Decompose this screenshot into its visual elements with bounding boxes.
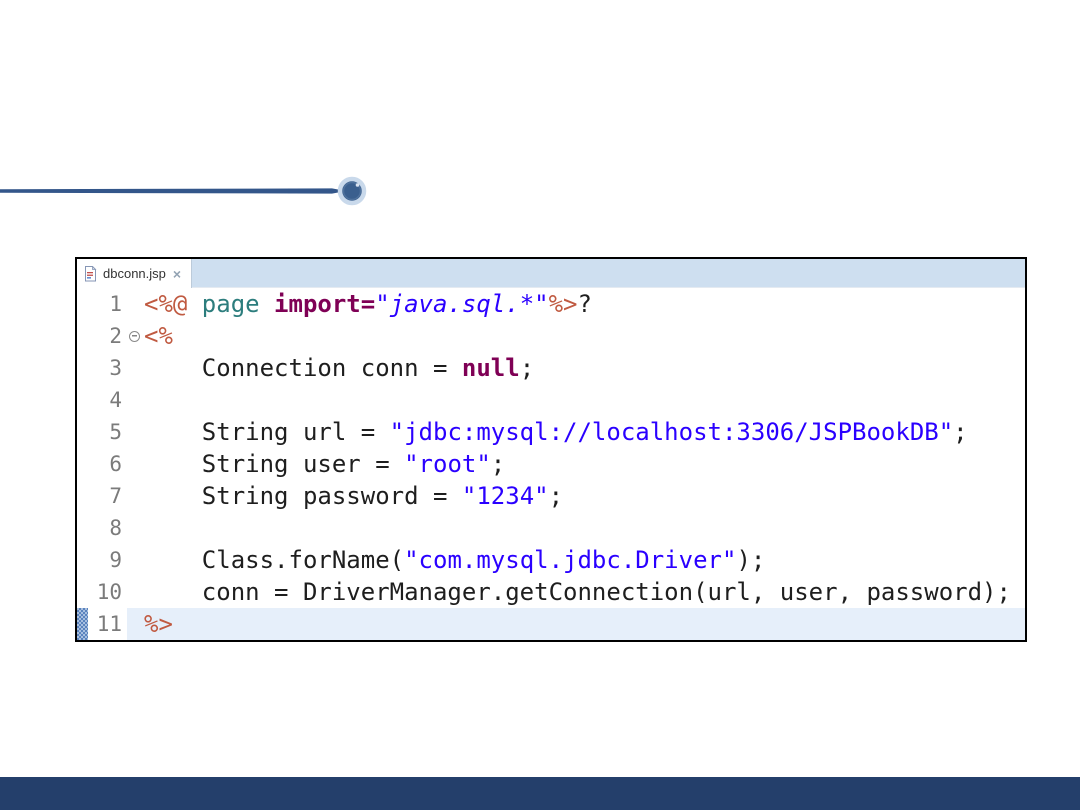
- annotation-ruler: [77, 384, 88, 416]
- code-line-text[interactable]: String user = "root";: [142, 448, 1025, 480]
- code-token: conn = DriverManager.getConnection(url, …: [144, 578, 1011, 606]
- code-line-text[interactable]: String url = "jdbc:mysql://localhost:330…: [142, 416, 1025, 448]
- code-token: "java.sql.*": [375, 290, 548, 318]
- code-token: ;: [491, 450, 505, 478]
- code-token: %>: [549, 290, 578, 318]
- slide-canvas: dbconn.jsp × 1 <%@ page import="java.sql.…: [0, 0, 1080, 810]
- line-number: 6: [88, 452, 127, 476]
- fold-column: [127, 448, 142, 480]
- line-number: 5: [88, 420, 127, 444]
- accent-line: [0, 188, 346, 193]
- code-token: "root": [404, 450, 491, 478]
- code-line-text[interactable]: <%: [142, 320, 1025, 352]
- tab-close-icon[interactable]: ×: [172, 267, 182, 281]
- fold-column: [127, 352, 142, 384]
- fold-column: [127, 480, 142, 512]
- code-line: 1 <%@ page import="java.sql.*"%>?: [77, 288, 1025, 320]
- code-token: );: [736, 546, 765, 574]
- code-token: "1234": [462, 482, 549, 510]
- line-number: 2: [88, 324, 127, 348]
- line-number: 3: [88, 356, 127, 380]
- code-token: "com.mysql.jdbc.Driver": [404, 546, 736, 574]
- annotation-ruler: [77, 544, 88, 576]
- code-line-text[interactable]: <%@ page import="java.sql.*"%>?: [142, 288, 1025, 320]
- annotation-ruler: [77, 448, 88, 480]
- current-line-marker: [77, 608, 88, 640]
- line-number: 7: [88, 484, 127, 508]
- code-line: 4: [77, 384, 1025, 416]
- code-line: 7 String password = "1234";: [77, 480, 1025, 512]
- code-token: ;: [520, 354, 534, 382]
- jsp-file-icon: [84, 266, 97, 282]
- tab-label: dbconn.jsp: [103, 266, 166, 281]
- code-line-text[interactable]: [142, 384, 1025, 416]
- code-line: 10 conn = DriverManager.getConnection(ur…: [77, 576, 1025, 608]
- line-number: 11: [88, 612, 127, 636]
- fold-column: [127, 608, 142, 640]
- code-line: 11 %>: [77, 608, 1025, 640]
- line-number: 1: [88, 292, 127, 316]
- code-token: Connection conn =: [144, 354, 462, 382]
- editor-tab-dbconn[interactable]: dbconn.jsp ×: [77, 259, 192, 288]
- fold-collapse-icon[interactable]: [129, 331, 140, 342]
- code-token: %>: [144, 610, 173, 638]
- fold-column: [127, 576, 142, 608]
- code-line: 2 <%: [77, 320, 1025, 352]
- code-line-text[interactable]: String password = "1234";: [142, 480, 1025, 512]
- code-token: String password =: [144, 482, 462, 510]
- code-token: String url =: [144, 418, 390, 446]
- footer-bar: [0, 777, 1080, 810]
- annotation-ruler: [77, 512, 88, 544]
- title-accent-rule: [0, 168, 390, 214]
- tab-strip-filler: [192, 259, 1025, 288]
- accent-bullet-highlight: [356, 183, 360, 187]
- code-token: <%: [144, 322, 173, 350]
- code-line-text[interactable]: %>: [142, 608, 1025, 640]
- code-line: 3 Connection conn = null;: [77, 352, 1025, 384]
- annotation-ruler: [77, 416, 88, 448]
- code-line: 9 Class.forName("com.mysql.jdbc.Driver")…: [77, 544, 1025, 576]
- annotation-ruler: [77, 288, 88, 320]
- code-token: =: [361, 290, 375, 318]
- code-editor-window: dbconn.jsp × 1 <%@ page import="java.sql.…: [75, 257, 1027, 642]
- annotation-ruler: [77, 576, 88, 608]
- code-token: <%@: [144, 290, 202, 318]
- annotation-ruler: [77, 352, 88, 384]
- code-line: 6 String user = "root";: [77, 448, 1025, 480]
- code-token: ;: [549, 482, 563, 510]
- fold-column: [127, 288, 142, 320]
- code-token: ?: [578, 290, 592, 318]
- code-line: 5 String url = "jdbc:mysql://localhost:3…: [77, 416, 1025, 448]
- code-line-text[interactable]: conn = DriverManager.getConnection(url, …: [142, 576, 1025, 608]
- line-number: 8: [88, 516, 127, 540]
- code-token: ;: [953, 418, 967, 446]
- fold-column: [127, 384, 142, 416]
- code-line-text[interactable]: Class.forName("com.mysql.jdbc.Driver");: [142, 544, 1025, 576]
- code-token: Class.forName(: [144, 546, 404, 574]
- code-token: import: [274, 290, 361, 318]
- line-number: 9: [88, 548, 127, 572]
- code-token: null: [462, 354, 520, 382]
- fold-column: [127, 544, 142, 576]
- line-number: 10: [88, 580, 127, 604]
- annotation-ruler: [77, 320, 88, 352]
- annotation-ruler: [77, 480, 88, 512]
- code-line: 8: [77, 512, 1025, 544]
- code-token: String user =: [144, 450, 404, 478]
- code-area[interactable]: 1<%@ page import="java.sql.*"%>?2<%3 Con…: [77, 288, 1025, 640]
- fold-column: [127, 512, 142, 544]
- code-token: "jdbc:mysql://localhost:3306/JSPBookDB": [390, 418, 954, 446]
- code-token: page: [202, 290, 274, 318]
- code-line-text[interactable]: Connection conn = null;: [142, 352, 1025, 384]
- editor-tab-bar: dbconn.jsp ×: [77, 259, 1025, 288]
- fold-column: [127, 416, 142, 448]
- line-number: 4: [88, 388, 127, 412]
- code-line-text[interactable]: [142, 512, 1025, 544]
- fold-column: [127, 320, 142, 352]
